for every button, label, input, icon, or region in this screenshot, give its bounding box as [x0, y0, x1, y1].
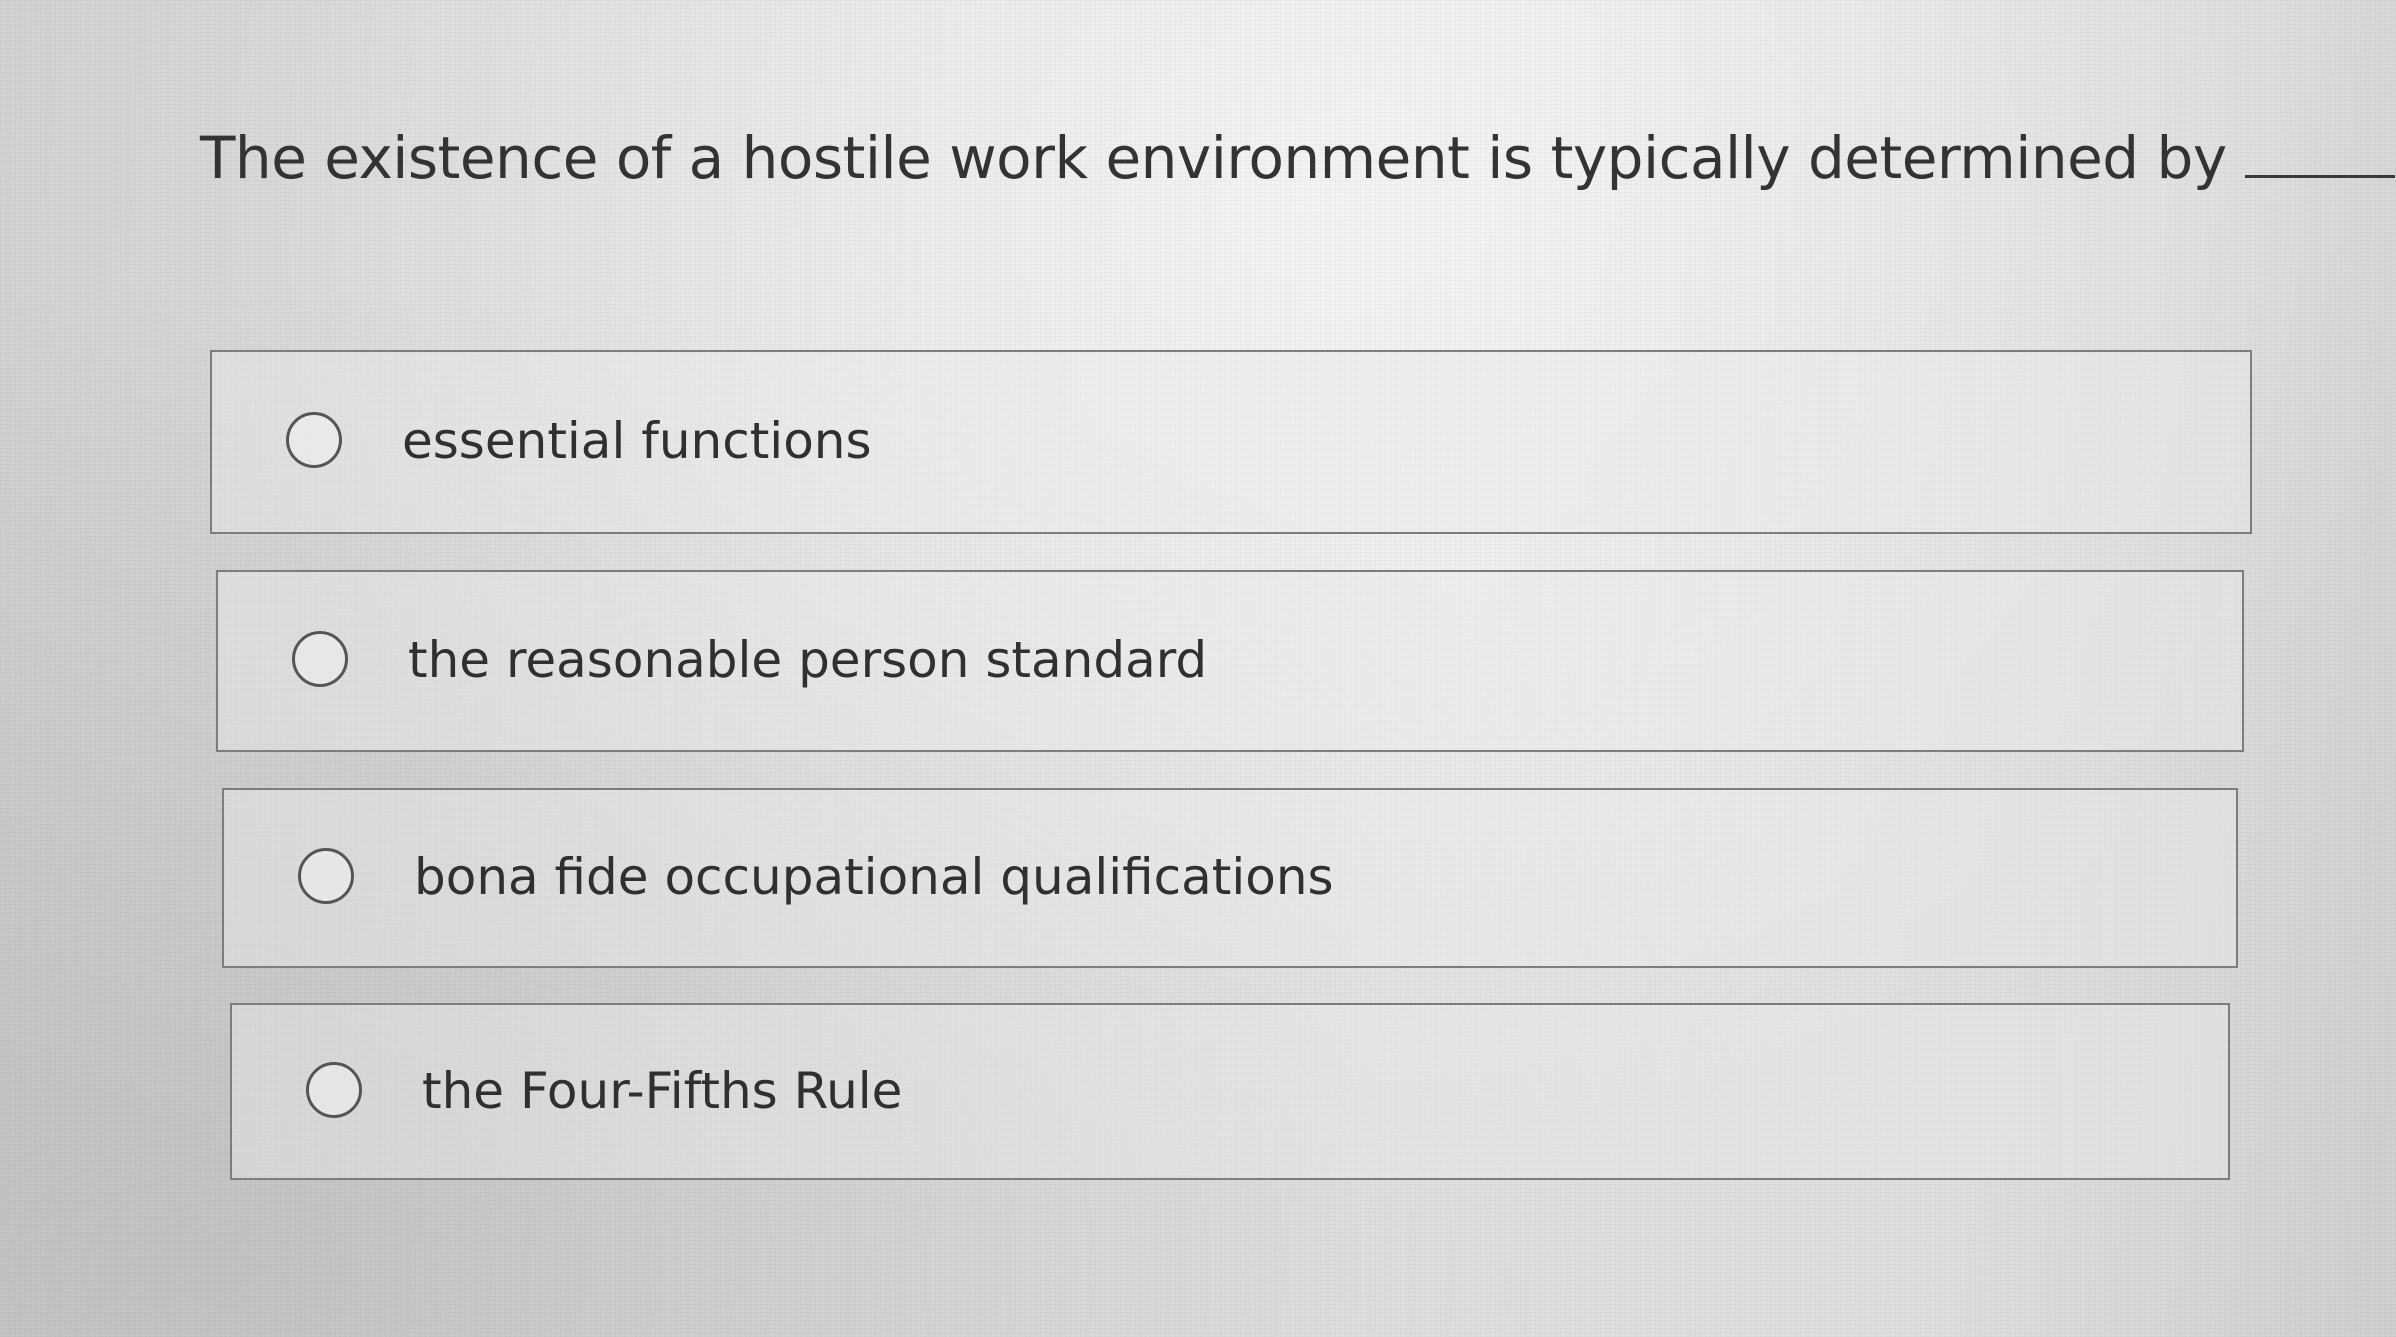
answer-option-label: essential functions — [402, 411, 872, 470]
radio-button-icon[interactable] — [298, 848, 354, 904]
answer-option-label: bona fide occupational qualifications — [414, 847, 1334, 906]
answer-option-essential-functions[interactable]: essential functions — [210, 350, 2252, 534]
radio-button-icon[interactable] — [286, 412, 342, 468]
answer-option-reasonable-person-standard[interactable]: the reasonable person standard — [216, 570, 2244, 752]
radio-button-icon[interactable] — [306, 1061, 362, 1118]
answer-option-label: the Four-Fifths Rule — [422, 1061, 903, 1120]
radio-button-icon[interactable] — [292, 631, 348, 687]
answer-option-bona-fide-occupational-qualifications[interactable]: bona fide occupational qualifications — [222, 788, 2238, 968]
answer-option-four-fifths-rule[interactable]: the Four-Fifths Rule — [230, 1003, 2230, 1180]
answer-option-label: the reasonable person standard — [408, 630, 1208, 689]
answer-options: essential functions the reasonable perso… — [0, 0, 2396, 1337]
